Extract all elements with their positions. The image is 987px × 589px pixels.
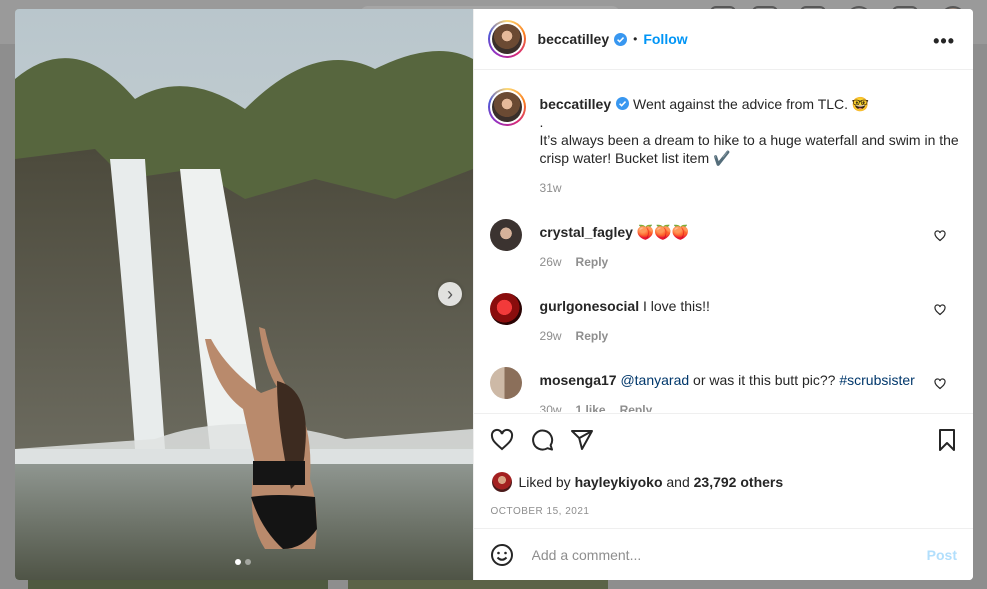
carousel-dot-active: [235, 559, 241, 565]
background-thumbnail: [348, 580, 608, 589]
like-icon[interactable]: [490, 428, 514, 452]
comment-time[interactable]: 29w: [540, 329, 562, 343]
follow-button[interactable]: Follow: [643, 31, 687, 47]
comment-avatar[interactable]: [489, 367, 522, 399]
more-icon[interactable]: •••: [933, 31, 955, 52]
verified-icon: [616, 97, 630, 110]
post-details-panel: beccatilley • Follow ••• beccatilley Wen…: [472, 9, 973, 580]
caption-line-2: .: [539, 114, 544, 130]
caption-time[interactable]: 31w: [540, 179, 960, 197]
comment-avatar[interactable]: [489, 219, 522, 251]
comment-body: I love this!!: [642, 298, 710, 314]
comment-text: mosenga17 @tanyarad or was it this butt …: [540, 371, 930, 389]
post-comment-button[interactable]: Post: [927, 547, 957, 563]
background-thumbnail: [28, 580, 328, 589]
separator-dot: •: [633, 32, 638, 46]
comment-hashtag-link[interactable]: #scrubsister: [839, 372, 914, 388]
comment-meta: 30w 1 like Reply: [540, 403, 653, 412]
comment-icon[interactable]: [530, 428, 554, 452]
caption-author-avatar[interactable]: [487, 88, 526, 126]
comment-likes-count[interactable]: 1 like: [576, 403, 606, 412]
add-comment-bar: Post: [473, 528, 973, 580]
comment-time[interactable]: 30w: [540, 403, 562, 412]
post-header: beccatilley • Follow •••: [473, 9, 973, 70]
comment-like-icon[interactable]: [933, 304, 946, 316]
comment-like-icon[interactable]: [933, 378, 946, 390]
add-comment-input[interactable]: [529, 546, 927, 564]
comment-username[interactable]: crystal_fagley: [540, 224, 633, 240]
waterfall-photo: [15, 9, 473, 580]
carousel-indicator: [235, 559, 251, 565]
liker-username[interactable]: hayleykiyoko: [575, 474, 663, 490]
chevron-right-icon: ›: [447, 284, 453, 304]
carousel-next-button[interactable]: ›: [438, 282, 462, 306]
comment-meta: 29w Reply: [540, 329, 609, 343]
comment-meta: 26w Reply: [540, 255, 609, 269]
post-actions: Liked by hayleykiyoko and 23,792 others …: [473, 413, 973, 538]
likes-count[interactable]: 23,792 others: [694, 474, 784, 490]
comment-like-icon[interactable]: [933, 230, 946, 242]
verified-icon: [614, 32, 628, 46]
comment-text: gurlgonesocial I love this!!: [540, 297, 930, 315]
caption-line-3: It’s always been a dream to hike to a hu…: [539, 132, 959, 166]
comment-username[interactable]: gurlgonesocial: [540, 298, 640, 314]
comment-time[interactable]: 26w: [540, 255, 562, 269]
likes-and: and: [666, 474, 690, 490]
comment-text: crystal_fagley 🍑🍑🍑: [540, 223, 930, 241]
author-avatar[interactable]: [487, 20, 526, 58]
comment-body: 🍑🍑🍑: [636, 224, 690, 240]
emoji-icon[interactable]: [490, 543, 514, 567]
comment-avatar[interactable]: [489, 293, 522, 325]
reply-button[interactable]: Reply: [620, 403, 653, 412]
reply-button[interactable]: Reply: [576, 329, 609, 343]
caption-text: beccatilley Went against the advice from…: [540, 95, 960, 197]
post-modal: › beccatilley • Follow ••• beccatilley W…: [15, 9, 973, 580]
caption-line-1: Went against the advice from TLC. 🤓: [633, 96, 870, 112]
post-date[interactable]: OCTOBER 15, 2021: [491, 506, 590, 517]
bookmark-icon[interactable]: [935, 428, 959, 452]
post-photo: ›: [15, 9, 473, 580]
comment-mention-link[interactable]: @tanyarad: [620, 372, 689, 388]
comments-list[interactable]: beccatilley Went against the advice from…: [474, 70, 973, 412]
author-username[interactable]: beccatilley: [538, 31, 610, 47]
likes-summary: Liked by hayleykiyoko and 23,792 others: [491, 472, 784, 492]
comment-username[interactable]: mosenga17: [540, 372, 617, 388]
caption-username[interactable]: beccatilley: [540, 96, 612, 112]
likes-prefix: Liked by: [518, 474, 571, 490]
share-icon[interactable]: [570, 428, 594, 452]
carousel-dot: [245, 559, 251, 565]
liker-avatar[interactable]: [491, 472, 512, 492]
comment-body: or was it this butt pic??: [693, 372, 836, 388]
reply-button[interactable]: Reply: [576, 255, 609, 269]
